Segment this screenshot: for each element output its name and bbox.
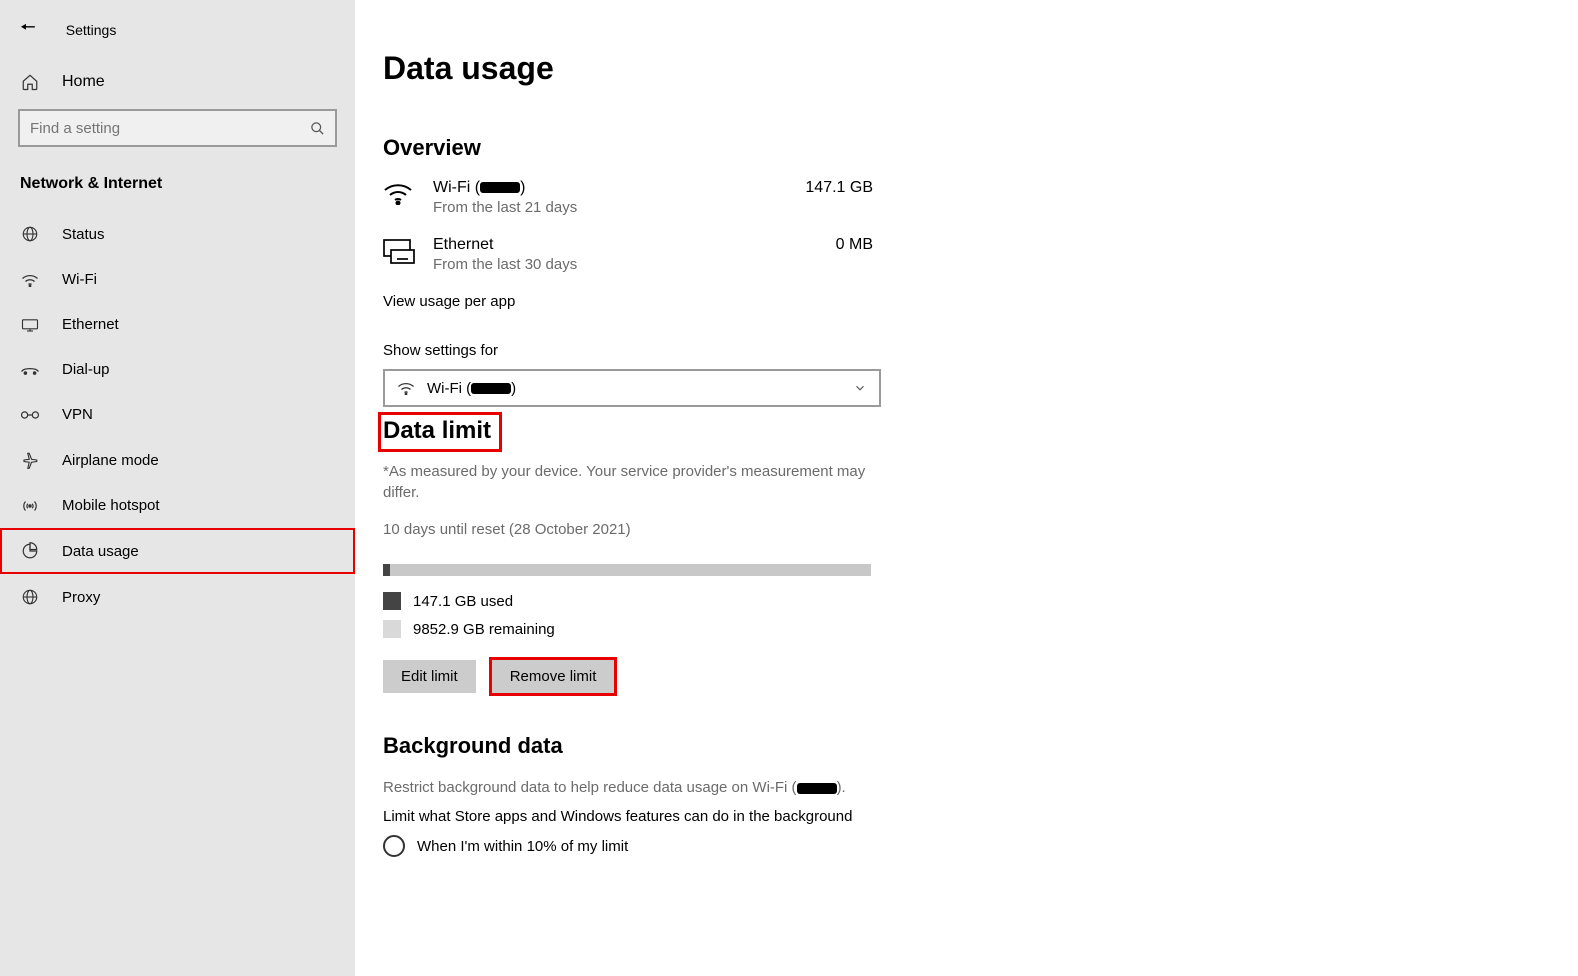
sidebar: 🠔 Settings Home Network & Internet Statu… xyxy=(0,0,355,976)
wifi-icon xyxy=(383,179,433,205)
chevron-down-icon xyxy=(853,381,867,395)
overview-ethernet[interactable]: Ethernet From the last 30 days 0 MB xyxy=(383,236,873,273)
globe-icon xyxy=(20,225,40,243)
data-limit-reset: 10 days until reset (28 October 2021) xyxy=(383,521,1275,538)
sidebar-item-dialup[interactable]: Dial-up xyxy=(0,347,355,392)
search-input-container[interactable] xyxy=(18,109,337,147)
view-usage-link[interactable]: View usage per app xyxy=(383,293,515,310)
overview-wifi-sub: From the last 21 days xyxy=(433,199,805,216)
data-limit-heading: Data limit xyxy=(383,417,497,447)
overview-wifi-name: Wi-Fi () xyxy=(433,179,805,197)
show-settings-dropdown[interactable]: Wi-Fi () xyxy=(383,369,881,407)
radio-option-1[interactable]: When I'm within 10% of my limit xyxy=(383,835,1275,857)
background-heading: Background data xyxy=(383,733,1275,759)
datausage-icon xyxy=(20,542,40,560)
app-title: Settings xyxy=(66,22,117,38)
progressbar-fill xyxy=(383,564,390,576)
sidebar-item-vpn[interactable]: VPN xyxy=(0,392,355,437)
redacted-ssid xyxy=(797,783,837,794)
redacted-ssid xyxy=(480,182,520,193)
overview-wifi[interactable]: Wi-Fi () From the last 21 days 147.1 GB xyxy=(383,179,873,216)
sidebar-section-title: Network & Internet xyxy=(0,175,355,211)
sidebar-item-ethernet[interactable]: Ethernet xyxy=(0,302,355,347)
data-limit-note: *As measured by your device. Your servic… xyxy=(383,461,878,503)
sidebar-item-label: Status xyxy=(62,226,105,243)
ethernet-icon xyxy=(383,236,433,264)
overview-heading: Overview xyxy=(383,135,1275,161)
sidebar-item-hotspot[interactable]: Mobile hotspot xyxy=(0,483,355,528)
home-icon xyxy=(20,73,40,91)
sidebar-item-airplane[interactable]: Airplane mode xyxy=(0,437,355,483)
search-input[interactable] xyxy=(30,120,310,137)
main-content: Data usage Overview Wi-Fi () From the la… xyxy=(355,0,1275,976)
sidebar-item-label: Airplane mode xyxy=(62,452,159,469)
sidebar-nav: Status Wi-Fi Ethernet Dial-up xyxy=(0,211,355,620)
back-icon[interactable]: 🠔 xyxy=(20,15,36,45)
legend-used-swatch xyxy=(383,592,401,610)
dialup-icon xyxy=(20,363,40,377)
sidebar-item-wifi[interactable]: Wi-Fi xyxy=(0,257,355,302)
sidebar-home-label: Home xyxy=(62,73,105,91)
legend-remaining: 9852.9 GB remaining xyxy=(383,620,1275,638)
radio-label: When I'm within 10% of my limit xyxy=(417,838,628,855)
radio-icon xyxy=(383,835,405,857)
legend-used-label: 147.1 GB used xyxy=(413,593,513,610)
legend-used: 147.1 GB used xyxy=(383,592,1275,610)
remove-limit-button[interactable]: Remove limit xyxy=(492,660,615,693)
sidebar-item-label: Ethernet xyxy=(62,316,119,333)
search-icon xyxy=(310,121,325,136)
proxy-icon xyxy=(20,588,40,606)
sidebar-item-label: Wi-Fi xyxy=(62,271,97,288)
sidebar-item-datausage[interactable]: Data usage xyxy=(0,528,355,574)
wifi-icon xyxy=(20,273,40,287)
wifi-icon xyxy=(397,381,415,395)
sidebar-item-label: Proxy xyxy=(62,589,100,606)
data-limit-progressbar xyxy=(383,564,871,576)
ethernet-icon xyxy=(20,317,40,333)
overview-ethernet-name: Ethernet xyxy=(433,236,836,254)
overview-ethernet-value: 0 MB xyxy=(836,236,873,254)
legend-remaining-label: 9852.9 GB remaining xyxy=(413,621,555,638)
airplane-icon xyxy=(20,451,40,469)
sidebar-home[interactable]: Home xyxy=(0,63,355,109)
sidebar-item-label: VPN xyxy=(62,406,93,423)
overview-wifi-value: 147.1 GB xyxy=(805,179,873,197)
sidebar-item-status[interactable]: Status xyxy=(0,211,355,257)
legend-remaining-swatch xyxy=(383,620,401,638)
sidebar-item-label: Mobile hotspot xyxy=(62,497,160,514)
dropdown-value: Wi-Fi () xyxy=(427,380,853,397)
hotspot-icon xyxy=(20,498,40,514)
sidebar-item-label: Data usage xyxy=(62,543,139,560)
show-settings-label: Show settings for xyxy=(383,342,1275,359)
page-title: Data usage xyxy=(383,50,1275,87)
overview-ethernet-sub: From the last 30 days xyxy=(433,256,836,273)
sidebar-item-proxy[interactable]: Proxy xyxy=(0,574,355,620)
background-line2: Limit what Store apps and Windows featur… xyxy=(383,808,1275,825)
redacted-ssid xyxy=(471,383,511,394)
sidebar-item-label: Dial-up xyxy=(62,361,110,378)
background-sub: Restrict background data to help reduce … xyxy=(383,777,878,798)
vpn-icon xyxy=(20,409,40,421)
edit-limit-button[interactable]: Edit limit xyxy=(383,660,476,693)
